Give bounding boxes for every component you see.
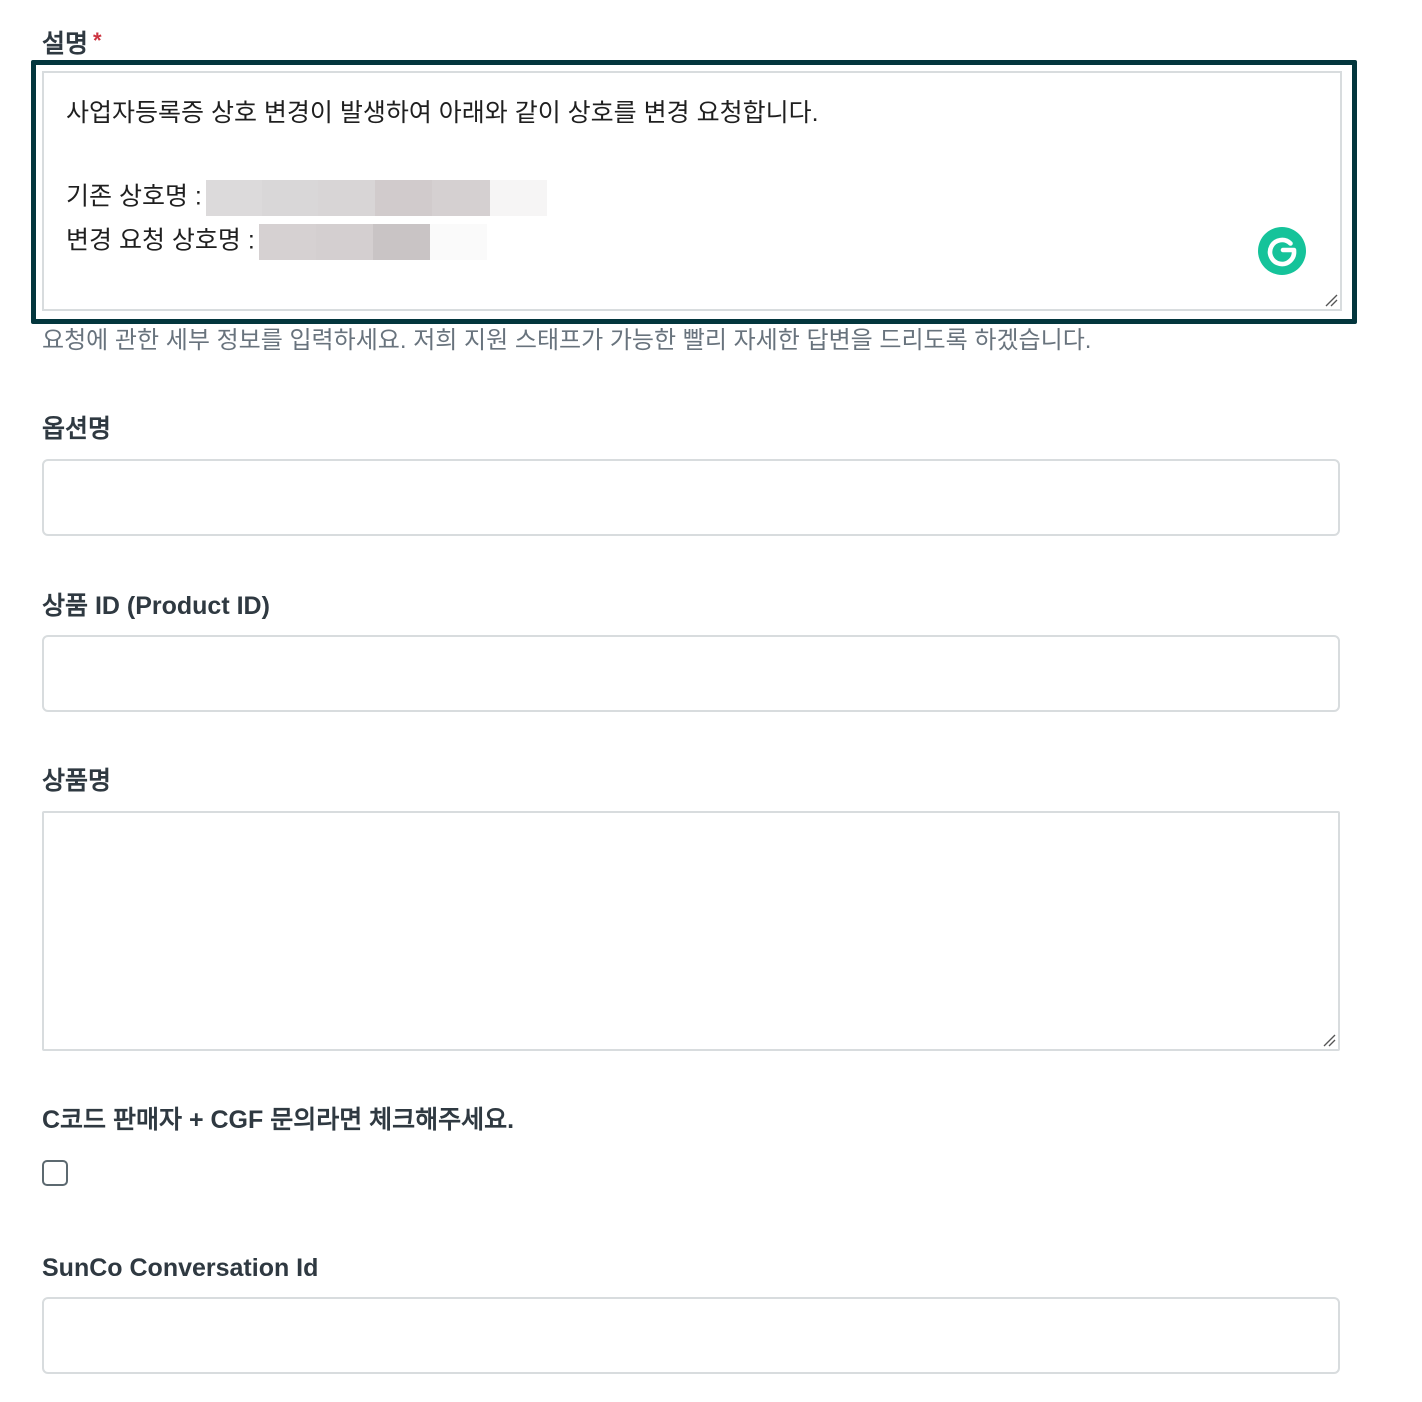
description-line-1: 사업자등록증 상호 변경이 발생하여 아래와 같이 상호를 변경 요청합니다. (66, 99, 819, 127)
redacted-block (258, 224, 487, 260)
required-marker: * (93, 28, 102, 53)
description-label: 설명 * (42, 26, 102, 59)
description-textarea[interactable]: 사업자등록증 상호 변경이 발생하여 아래와 같이 상호를 변경 요청합니다. … (42, 71, 1342, 311)
description-label-text: 설명 (42, 30, 89, 58)
description-line-2-text: 기존 상호명 : (66, 182, 202, 211)
grammarly-icon[interactable] (1258, 227, 1306, 275)
cgf-checkbox[interactable] (42, 1160, 68, 1186)
cgf-check-label: C코드 판매자 + CGF 문의라면 체크해주세요. (42, 1106, 515, 1134)
redacted-block (205, 180, 547, 216)
option-name-label: 옵션명 (42, 415, 112, 443)
description-hint: 요청에 관한 세부 정보를 입력하세요. 저희 지원 스태프가 가능한 빨리 자… (42, 327, 1092, 354)
description-line-3-text: 변경 요청 상호명 : (66, 226, 255, 255)
resize-grip-icon[interactable] (1322, 1033, 1336, 1047)
sunco-label: SunCo Conversation Id (42, 1254, 319, 1282)
product-id-input[interactable] (42, 635, 1340, 712)
description-line-3: 변경 요청 상호명 : (66, 224, 487, 260)
grammarly-glyph (1267, 237, 1297, 267)
description-line-2: 기존 상호명 : (66, 180, 547, 216)
sunco-conversation-id-input[interactable] (42, 1297, 1340, 1374)
product-name-textarea[interactable] (42, 811, 1340, 1051)
option-name-input[interactable] (42, 459, 1340, 536)
product-id-label: 상품 ID (Product ID) (42, 592, 270, 620)
resize-grip-icon[interactable] (1324, 293, 1338, 307)
product-name-label: 상품명 (42, 767, 112, 795)
